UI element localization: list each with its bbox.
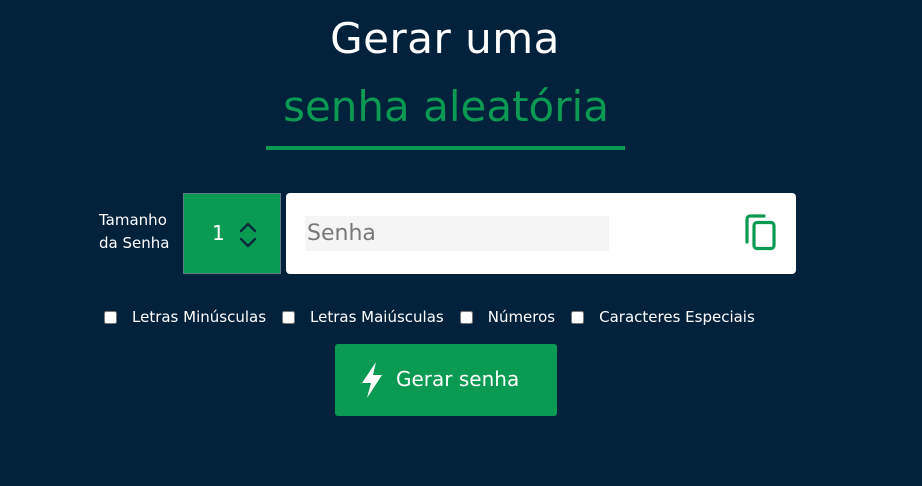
numbers-checkbox[interactable] — [459, 310, 473, 324]
option-lowercase[interactable]: Letras Minúsculas — [102, 308, 266, 326]
option-uppercase[interactable]: Letras Maiúsculas — [280, 308, 444, 326]
password-output-field[interactable] — [305, 216, 609, 251]
special-chars-checkbox[interactable] — [571, 310, 585, 324]
lowercase-checkbox[interactable] — [104, 310, 117, 324]
password-size-value: 1 — [212, 221, 225, 245]
option-label: Letras Minúsculas — [132, 308, 267, 326]
character-options: Letras Minúsculas Letras Maiúsculas Núme… — [102, 306, 769, 328]
option-label: Caracteres Especiais — [599, 308, 755, 326]
page-subtitle: senha aleatória — [283, 82, 609, 131]
option-numbers[interactable]: Números — [458, 308, 555, 326]
password-generator-page: Gerar uma senha aleatória Tamanho da Senh… — [0, 0, 922, 486]
title-underline — [266, 146, 625, 150]
generate-password-label: Gerar senha — [396, 367, 520, 391]
generate-password-button[interactable]: Gerar senha — [335, 344, 557, 416]
option-label: Letras Maiúsculas — [310, 308, 444, 326]
password-size-label: Tamanho da Senha — [99, 211, 170, 252]
uppercase-checkbox[interactable] — [282, 310, 296, 324]
lightning-bolt-icon — [362, 362, 382, 398]
option-special-chars[interactable]: Caracteres Especiais — [569, 308, 755, 326]
option-label: Números — [487, 308, 556, 326]
copy-icon[interactable] — [744, 214, 778, 252]
password-size-stepper[interactable]: 1 — [183, 193, 281, 274]
chevron-up-down-icon[interactable] — [237, 220, 259, 250]
password-box — [286, 193, 796, 274]
page-title: Gerar uma — [330, 14, 560, 63]
